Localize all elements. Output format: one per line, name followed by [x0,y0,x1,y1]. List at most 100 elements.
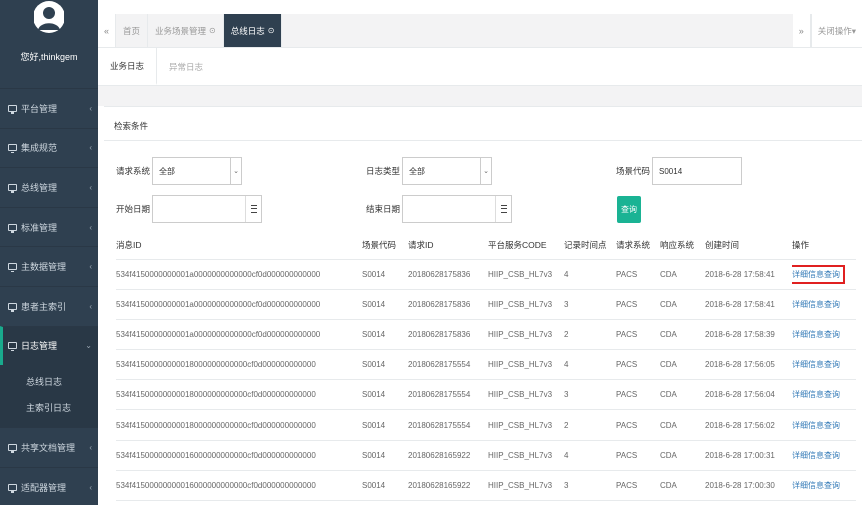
cell-action: 详细信息查询 [792,470,856,502]
column-header: 平台服务CODE [488,232,564,260]
cell-record-point: 4 [564,440,616,471]
log-type-select[interactable]: 全部 ⌄ [402,157,493,185]
sidebar-submenu: 总线日志 主索引日志 [0,365,98,428]
column-header: 创建时间 [705,232,792,260]
cell-scene-code: S0014 [362,409,408,441]
cell-service-code: HIIP_CSB_HL7v3 [488,349,564,381]
tab-exception-log[interactable]: 异常日志 [157,48,215,85]
cell-message-id: 534f41500000000016000000000000cf0d000000… [116,440,362,471]
calendar-icon[interactable] [495,196,511,222]
cell-message-id: 534f41500000000018000000000000cf0d000000… [116,379,362,411]
table-row: 534f41500000000018000000000000cf0d000000… [116,349,856,381]
req-system-field: 请求系统 全部 ⌄ [116,157,243,185]
sidebar-item-shared-docs[interactable]: 共享文档管理 ‹ [0,427,98,467]
cell-service-code: HIIP_CSB_HL7v3 [488,319,564,351]
cell-record-point: 3 [564,470,616,502]
cell-request-id: 20180628165922 [408,440,488,471]
profile: 您好,thinkgem [0,0,98,88]
cell-response-system: CDA [660,349,705,381]
chevron-left-icon: ‹ [89,262,92,272]
sidebar-item-platform[interactable]: 平台管理 ‹ [0,88,98,128]
chevron-left-icon: ‹ [89,182,92,192]
sidebar-item-bus[interactable]: 总线管理 ‹ [0,167,98,207]
chevron-left-icon: ‹ [89,301,92,311]
tab-bar: « 首页 业务场景管理 ⊙ 总线日志 ⊙ » 关闭操作▾ [98,14,862,48]
table-body: 534f4150000000001a0000000000000cf0d00000… [116,259,856,502]
log-type-label: 日志类型 [366,166,401,176]
avatar[interactable] [34,0,64,34]
cell-action: 详细信息查询 [792,349,856,381]
tab-scene-management[interactable]: 业务场景管理 ⊙ [148,14,224,47]
log-type-tabs: 业务日志 异常日志 [98,48,862,86]
close-icon[interactable]: ⊙ [268,26,275,35]
cell-action: 详细信息查询 [792,289,856,320]
calendar-icon[interactable] [245,196,261,222]
cell-request-system: PACS [616,259,660,290]
double-chevron-right-icon: » [798,25,804,36]
monitor-icon [8,144,17,154]
tab-home[interactable]: 首页 [116,14,149,47]
sidebar-subitem-index-log[interactable]: 主索引日志 [0,395,98,421]
monitor-icon [8,263,17,273]
cell-record-point: 3 [564,289,616,320]
req-system-select[interactable]: 全部 ⌄ [152,157,243,185]
panel-title: 检索条件 [104,107,862,141]
cell-request-system: PACS [616,470,660,502]
sidebar-item-label: 共享文档管理 [21,442,76,453]
cell-scene-code: S0014 [362,289,408,320]
detail-query-link[interactable]: 详细信息查询 [792,264,845,284]
sidebar-item-standard[interactable]: 标准管理 ‹ [0,206,98,247]
cell-record-point: 3 [564,379,616,411]
sidebar-item-logs[interactable]: 日志管理 ⌄ [0,325,98,366]
table-header-row: 消息ID 场景代码 请求ID 平台服务CODE 记录时间点 请求系统 响应系统 … [116,232,856,260]
detail-query-link[interactable]: 详细信息查询 [792,390,840,399]
table-row: 534f41500000000018000000000000cf0d000000… [116,379,856,411]
cell-service-code: HIIP_CSB_HL7v3 [488,440,564,471]
cell-message-id: 534f4150000000001a0000000000000cf0d00000… [116,289,362,320]
detail-query-link[interactable]: 详细信息查询 [792,300,840,309]
cell-record-point: 2 [564,409,616,441]
close-operations-dropdown[interactable]: 关闭操作▾ [810,14,862,47]
end-date-input[interactable] [402,195,513,223]
cell-record-point: 4 [564,349,616,381]
table-row: 534f4150000000001a0000000000000cf0d00000… [116,289,856,320]
scene-code-field: 场景代码 S0014 [616,157,743,185]
query-button[interactable]: 查询 [617,196,641,223]
detail-query-link[interactable]: 详细信息查询 [792,330,840,339]
detail-query-link[interactable]: 详细信息查询 [792,421,840,430]
cell-response-system: CDA [660,379,705,411]
username[interactable]: 您好,thinkgem [20,50,77,63]
tabs-next-button[interactable]: » [792,14,811,47]
chevron-down-icon: ⌄ [230,158,241,184]
start-date-input[interactable] [152,195,263,223]
cell-service-code: HIIP_CSB_HL7v3 [488,379,564,411]
sidebar-subitem-bus-log[interactable]: 总线日志 [0,369,98,395]
log-type-field: 日志类型 全部 ⌄ [366,157,493,185]
req-system-label: 请求系统 [116,166,151,176]
sidebar-item-patient-index[interactable]: 患者主索引 ‹ [0,285,98,326]
log-table: 消息ID 场景代码 请求ID 平台服务CODE 记录时间点 请求系统 响应系统 … [116,232,856,502]
tabs-prev-button[interactable]: « [98,14,116,47]
sidebar-item-adapters[interactable]: 适配器管理 ‹ [0,466,98,505]
select-value: 全部 [159,166,176,176]
scene-code-input[interactable]: S0014 [652,157,743,185]
detail-query-link[interactable]: 详细信息查询 [792,481,840,490]
tab-bus-log[interactable]: 总线日志 ⊙ [223,14,283,47]
select-value: 全部 [409,166,426,176]
column-header: 请求系统 [616,232,660,260]
cell-service-code: HIIP_CSB_HL7v3 [488,470,564,502]
cell-created-time: 2018-6-28 17:56:05 [705,349,792,381]
column-header: 消息ID [116,232,362,260]
table-row: 534f4150000000001a0000000000000cf0d00000… [116,259,856,290]
close-icon[interactable]: ⊙ [209,26,216,35]
tab-business-log[interactable]: 业务日志 [98,48,158,85]
sidebar-item-master-data[interactable]: 主数据管理 ‹ [0,246,98,286]
chevron-left-icon: ‹ [89,143,92,153]
cell-request-system: PACS [616,409,660,441]
cell-record-point: 2 [564,319,616,351]
detail-query-link[interactable]: 详细信息查询 [792,360,840,369]
detail-query-link[interactable]: 详细信息查询 [792,451,840,460]
cell-response-system: CDA [660,319,705,351]
cell-scene-code: S0014 [362,349,408,381]
sidebar-item-integration[interactable]: 集成规范 ‹ [0,127,98,168]
